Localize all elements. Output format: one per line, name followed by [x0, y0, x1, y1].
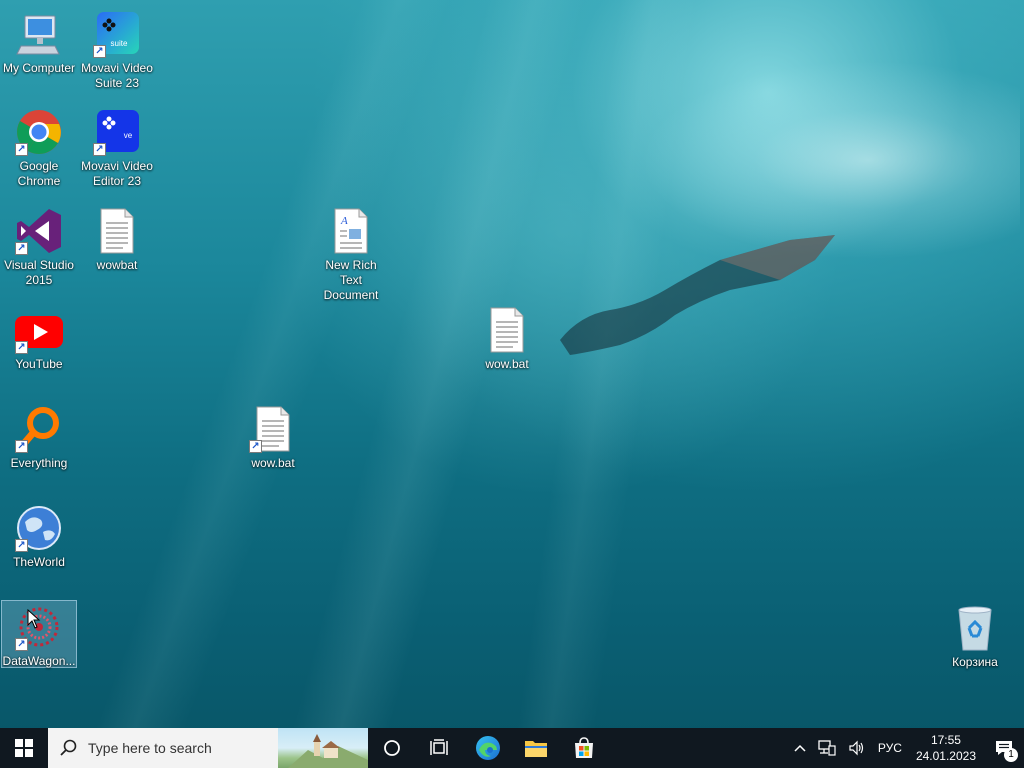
cortana-circle-icon — [384, 740, 400, 756]
desktop-icon-label: wowbat — [96, 258, 138, 272]
taskbar-edge-button[interactable] — [464, 728, 512, 768]
folder-icon — [525, 741, 547, 757]
clock-time: 17:55 — [930, 733, 961, 747]
desktop-icon-label: wow.bat — [485, 357, 529, 371]
desktop-icon-label: TheWorld — [13, 555, 65, 569]
clock-date: 24.01.2023 — [915, 749, 976, 763]
chrome-icon: ↗ — [15, 108, 63, 156]
start-button[interactable] — [0, 728, 48, 768]
everything-search-icon: ↗ — [15, 405, 63, 453]
svg-text:A: A — [340, 215, 348, 227]
text-file-icon — [93, 207, 141, 255]
input-language-indicator[interactable]: РУС — [872, 728, 908, 768]
computer-icon — [15, 10, 63, 58]
taskbar: Type here to search РУС 17:55 24.01.2023… — [0, 728, 1024, 768]
clock[interactable]: 17:55 24.01.2023 — [908, 732, 984, 764]
shortcut-arrow-icon: ↗ — [15, 341, 28, 354]
desktop-icon-wow-bat[interactable]: wow.bat — [469, 302, 545, 400]
desktop-icon-wowbat[interactable]: wowbat — [79, 203, 155, 301]
desktop-icon-everything[interactable]: ↗ Everything — [1, 401, 77, 499]
microsoft-store-icon — [575, 737, 593, 758]
wallpaper-surface-foam — [640, 60, 1020, 260]
desktop-icon-label: My Computer — [2, 61, 76, 75]
datawagon-icon: ↗ — [15, 603, 63, 651]
speaker-icon — [849, 740, 864, 756]
rich-text-document-icon: A — [327, 207, 375, 255]
desktop-icon-label: YouTube — [15, 357, 63, 371]
edge-icon — [476, 736, 500, 760]
desktop-icon-label: Google Chrome — [17, 159, 61, 188]
task-view-icon — [430, 739, 448, 755]
shortcut-arrow-icon: ↗ — [93, 45, 106, 58]
shortcut-arrow-icon: ↗ — [15, 539, 28, 552]
desktop-icon-label: Visual Studio 2015 — [4, 258, 74, 287]
shortcut-arrow-icon: ↗ — [15, 638, 28, 651]
chevron-up-icon — [794, 744, 806, 752]
taskbar-store-button[interactable] — [560, 728, 608, 768]
desktop-icon-movavi-video-suite[interactable]: suite ↗ Movavi Video Suite 23 — [79, 6, 155, 104]
globe-icon: ↗ — [15, 504, 63, 552]
search-highlight-art — [278, 728, 368, 768]
desktop-icon-movavi-video-editor[interactable]: ve ↗ Movavi Video Editor 23 — [79, 104, 155, 202]
action-center-button[interactable]: 1 — [984, 728, 1024, 768]
movavi-editor-badge: ve — [124, 131, 133, 140]
desktop-icon-label: wow.bat — [251, 456, 295, 470]
desktop-icon-label: DataWagon... — [2, 654, 76, 668]
shortcut-arrow-icon: ↗ — [15, 242, 28, 255]
search-icon — [60, 739, 77, 756]
wallpaper-diver — [560, 235, 835, 355]
desktop-icon-wow-bat-shortcut[interactable]: ↗ wow.bat — [235, 401, 311, 499]
windows-logo-icon — [15, 739, 33, 757]
taskbar-file-explorer-button[interactable] — [512, 728, 560, 768]
movavi-suite-icon: suite ↗ — [93, 10, 141, 58]
text-file-icon: ↗ — [249, 405, 297, 453]
text-file-icon — [483, 306, 531, 354]
desktop-icon-new-rich-text-document[interactable]: A New Rich Text Document — [313, 203, 389, 302]
shortcut-arrow-icon: ↗ — [15, 143, 28, 156]
desktop-icon-google-chrome[interactable]: ↗ Google Chrome — [1, 104, 77, 202]
mouse-cursor-icon — [27, 609, 41, 629]
desktop-icon-label: Everything — [10, 456, 68, 470]
task-view-button[interactable] — [416, 728, 464, 768]
movavi-suite-badge: suite — [111, 39, 128, 48]
desktop-icon-label: Movavi Video Editor 23 — [81, 159, 153, 188]
volume-button[interactable] — [842, 728, 872, 768]
shortcut-arrow-icon: ↗ — [249, 440, 262, 453]
desktop-icon-theworld[interactable]: ↗ TheWorld — [1, 500, 77, 598]
search-placeholder: Type here to search — [88, 740, 212, 756]
desktop-icon-my-computer[interactable]: My Computer — [1, 6, 77, 104]
desktop-icon-label: Movavi Video Suite 23 — [81, 61, 153, 90]
desktop-icon-datawagon[interactable]: ↗ DataWagon... — [1, 600, 77, 668]
system-tray: РУС 17:55 24.01.2023 1 — [788, 728, 1024, 768]
network-icon — [818, 740, 836, 756]
desktop-icon-recycle-bin[interactable]: Корзина — [937, 600, 1013, 698]
shortcut-arrow-icon: ↗ — [15, 440, 28, 453]
desktop-icon-label: New Rich Text Document — [323, 258, 379, 302]
youtube-icon: ↗ — [15, 306, 63, 354]
taskbar-search-box[interactable]: Type here to search — [48, 728, 368, 768]
desktop-icon-label: Корзина — [952, 655, 998, 669]
recycle-bin-icon — [951, 604, 999, 652]
desktop-icon-youtube[interactable]: ↗ YouTube — [1, 302, 77, 400]
shortcut-arrow-icon: ↗ — [93, 143, 106, 156]
visual-studio-icon: ↗ — [15, 207, 63, 255]
notification-badge: 1 — [1004, 748, 1018, 762]
show-hidden-icons-button[interactable] — [788, 728, 812, 768]
movavi-editor-icon: ve ↗ — [93, 108, 141, 156]
network-button[interactable] — [812, 728, 842, 768]
cortana-button[interactable] — [368, 728, 416, 768]
desktop-icon-visual-studio[interactable]: ↗ Visual Studio 2015 — [1, 203, 77, 301]
